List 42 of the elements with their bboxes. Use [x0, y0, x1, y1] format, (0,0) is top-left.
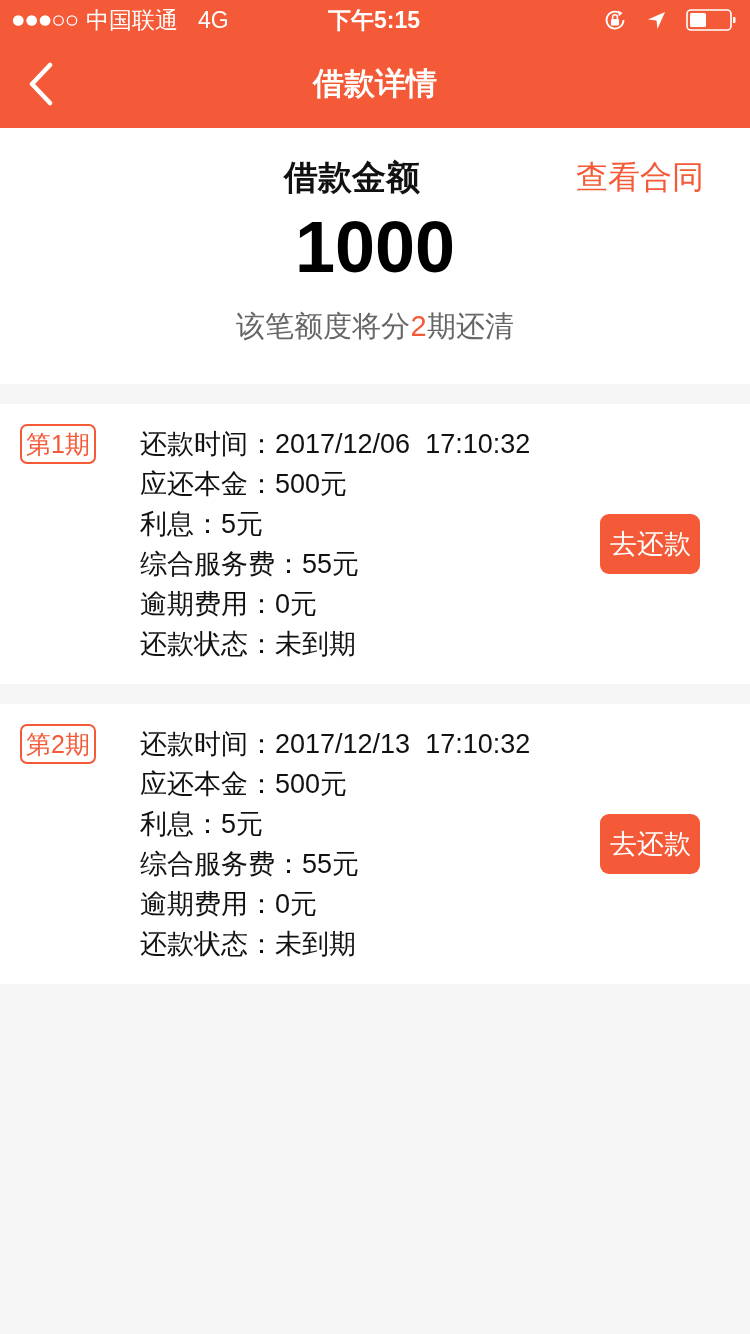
field-value: 未到期: [275, 928, 356, 961]
field-label: 还款时间：: [140, 728, 275, 761]
field-value: 5元: [221, 808, 264, 841]
field-label: 利息：: [140, 508, 221, 541]
field-label: 利息：: [140, 808, 221, 841]
repay-button[interactable]: 去还款: [600, 814, 700, 874]
period-tag: 第1期: [20, 424, 96, 464]
field-label: 还款时间：: [140, 428, 275, 461]
field-value: 0元: [275, 888, 318, 921]
installment-plan-text: 该笔额度将分2期还清: [236, 309, 514, 344]
field-value: 500元: [275, 768, 348, 801]
amount-label: 借款金额: [284, 157, 420, 198]
field-label: 综合服务费：: [140, 848, 302, 881]
field-value: 未到期: [275, 628, 356, 661]
field-label: 逾期费用：: [140, 588, 275, 621]
repay-button[interactable]: 去还款: [600, 514, 700, 574]
field-value: 2017/12/06 17:10:32: [275, 428, 531, 460]
field-label: 应还本金：: [140, 768, 275, 801]
location-arrow-icon: [647, 10, 666, 30]
battery-icon: [686, 9, 736, 31]
field-value: 500元: [275, 468, 348, 501]
field-label: 还款状态：: [140, 628, 275, 661]
field-value: 2017/12/13 17:10:32: [275, 728, 531, 760]
rotation-lock-icon: [603, 8, 627, 32]
carrier-name: 中国联通: [86, 6, 178, 34]
period-tag: 第2期: [20, 724, 96, 764]
field-label: 还款状态：: [140, 928, 275, 961]
field-value: 55元: [302, 548, 360, 581]
loan-amount: 1000: [294, 206, 456, 288]
back-chevron-icon: [28, 62, 54, 106]
network-type: 4G: [198, 6, 229, 34]
view-contract-link[interactable]: 查看合同: [576, 154, 704, 200]
page-title: 借款详情: [313, 65, 437, 103]
field-label: 逾期费用：: [140, 888, 275, 921]
signal-strength-icon: [12, 13, 80, 27]
back-button[interactable]: [28, 62, 54, 106]
field-label: 综合服务费：: [140, 548, 302, 581]
field-value: 5元: [221, 508, 264, 541]
field-label: 应还本金：: [140, 468, 275, 501]
field-value: 55元: [302, 848, 360, 881]
field-value: 0元: [275, 588, 318, 621]
clock-time: 下午5:15: [327, 6, 420, 34]
